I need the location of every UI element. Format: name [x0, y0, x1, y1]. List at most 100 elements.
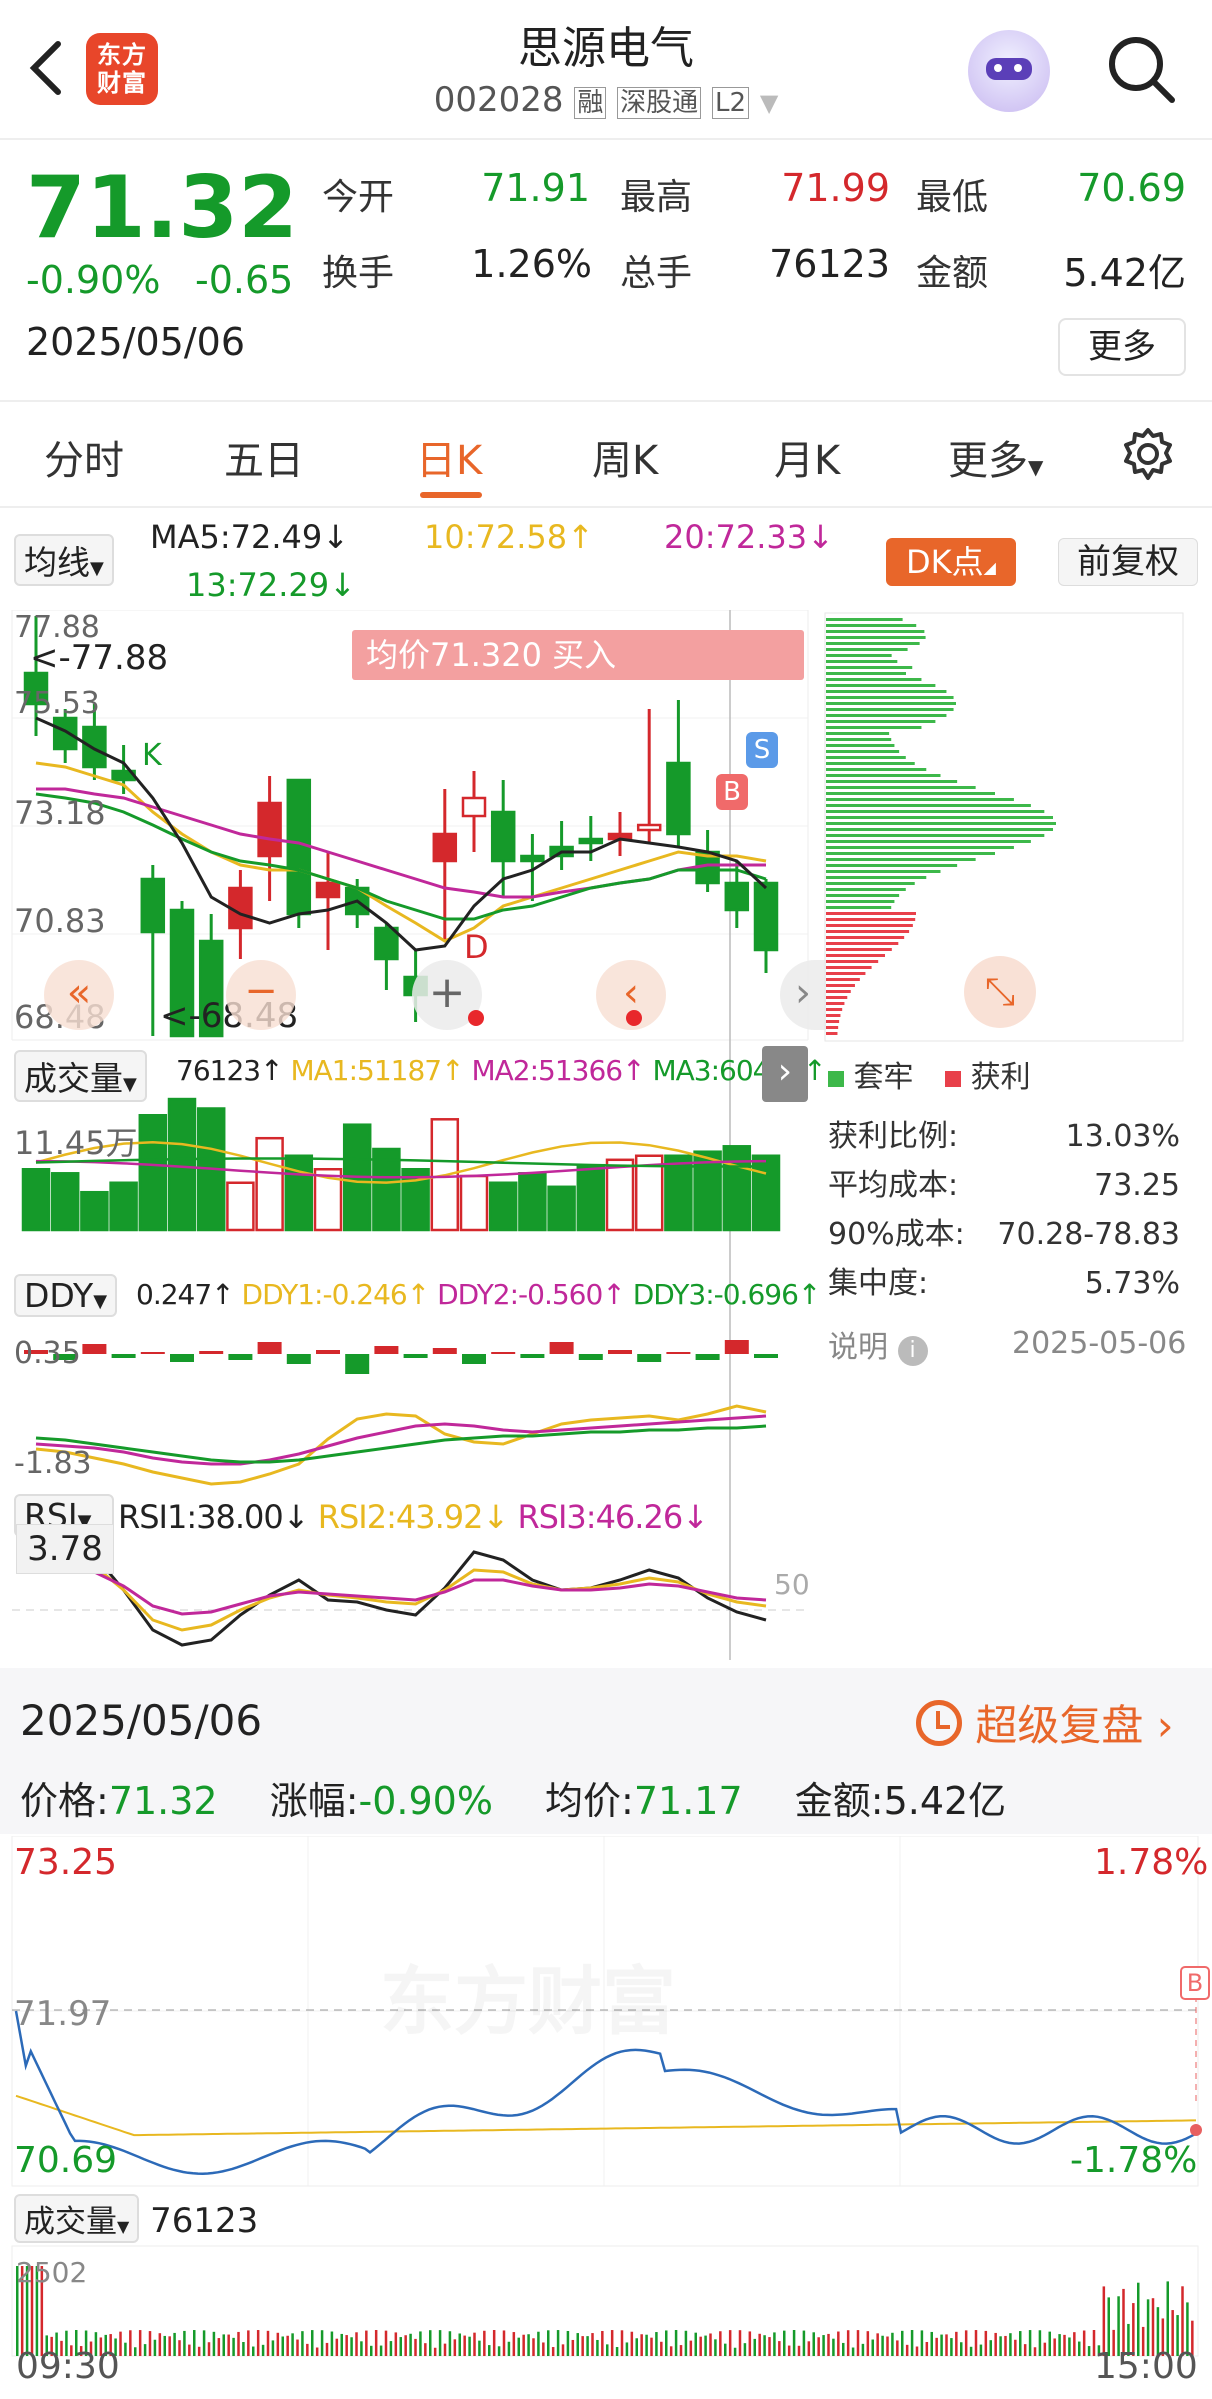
volume-bar [488, 1181, 518, 1232]
ddy-bar [140, 1352, 165, 1354]
intraday-volume-bar [547, 2330, 550, 2356]
chevron-down-icon[interactable]: ▼ [760, 89, 778, 117]
intraday-volume-bar [955, 2331, 958, 2356]
chip-bar [826, 732, 890, 735]
caret-down-icon: ▼ [117, 2217, 130, 2236]
intraday-volume-legend: 成交量▼ 76123 [14, 2194, 258, 2243]
volume-select[interactable]: 成交量▼ [14, 1050, 147, 1102]
intraday-volume-bar [994, 2332, 997, 2356]
tab-intraday[interactable]: 分时 [44, 428, 124, 486]
adjust-mode-button[interactable]: 前复权 [1058, 538, 1198, 586]
time-start: 09:30 [16, 2346, 120, 2387]
intraday-volume-bar [1166, 2281, 1169, 2356]
intraday-volume-bar [753, 2338, 756, 2356]
intraday-mid-price: 71.97 [14, 1994, 112, 2034]
chip-bar [826, 888, 906, 891]
intraday-volume-bar [1073, 2332, 1076, 2356]
intraday-volume-bar [271, 2340, 275, 2356]
intraday-volume-bar [1063, 2334, 1066, 2356]
ddy-bar [374, 1346, 399, 1354]
chip-bar [826, 642, 920, 645]
ddy-bar [666, 1352, 691, 1354]
day-summary: 2025/05/06 超级复盘 › 价格:71.32 涨幅:-0.90% 均价:… [0, 1668, 1212, 1834]
intraday-volume-bar [183, 2330, 186, 2356]
intraday-volume-bar [414, 2338, 417, 2356]
chip-bar [826, 654, 892, 657]
intraday-volume-bar [724, 2343, 727, 2356]
intraday-volume-bar [389, 2341, 393, 2356]
rsi-badge: 3.78 [16, 1524, 114, 1574]
intraday-volume-bar [669, 2346, 673, 2356]
intraday-volume-bar [202, 2330, 206, 2356]
intraday-volume-bar [335, 2338, 339, 2356]
zoom-out-icon[interactable]: − [226, 960, 296, 1030]
candle-body [578, 837, 604, 845]
ddy-bar [491, 1352, 516, 1354]
tab-daily-k[interactable]: 日K [416, 428, 482, 486]
tab-five-day[interactable]: 五日 [224, 428, 304, 486]
volume-bar [518, 1172, 547, 1232]
ddy-bar [462, 1354, 486, 1364]
intraday-volume-bar [419, 2331, 422, 2356]
chip-bar [826, 828, 1054, 831]
search-icon[interactable] [1102, 30, 1182, 110]
ddy-legend: DDY▼ 0.247↑ DDY1:-0.246↑ DDY2:-0.560↑ DD… [0, 1270, 821, 1324]
more-button[interactable]: 更多 [1058, 318, 1186, 376]
tab-monthly-k[interactable]: 月K [774, 428, 840, 486]
ma13-value: 13:72.29↓ [186, 566, 356, 604]
caret-down-icon: ▼ [93, 1291, 108, 1312]
super-replay-link[interactable]: 超级复盘 › [916, 1692, 1174, 1753]
ma5-value: MA5:72.49↓ [150, 518, 350, 556]
sell-marker: S [746, 732, 778, 768]
stat-turnover: 1.26% [471, 242, 592, 286]
expand-icon[interactable]: ⤡ [964, 956, 1036, 1028]
indicator-select[interactable]: 均线▼ [14, 534, 114, 586]
ddy-select[interactable]: DDY▼ [14, 1274, 118, 1317]
period-tabs: 分时 五日 日K 周K 月K 更多▼ [0, 404, 1212, 508]
intraday-volume-bar [640, 2334, 643, 2356]
tab-weekly-k[interactable]: 周K [592, 428, 658, 486]
intraday-volume-top: 2502 [16, 2256, 88, 2289]
avg-buy-banner-text: 均价71.320 买入 [366, 636, 617, 674]
intraday-volume-bar [1033, 2347, 1037, 2356]
chip-bar [826, 1020, 840, 1023]
intraday-volume-bar [438, 2330, 442, 2356]
stat-label: 今开 [322, 177, 395, 218]
intraday-volume-bar [802, 2330, 806, 2356]
intraday-volume-bar [448, 2331, 452, 2356]
chip-bar [826, 966, 872, 969]
expand-side-icon[interactable]: › [762, 1046, 808, 1102]
intraday-volume-bar [679, 2345, 683, 2356]
intraday-volume-bar [950, 2338, 953, 2356]
chip-date: 2025-05-06 [1012, 1326, 1187, 1361]
quote-panel: 71.32 -0.90% -0.65 2025/05/06 今开 71.91 最… [0, 140, 1212, 402]
intraday-volume-bar [517, 2337, 520, 2356]
chip-note[interactable]: 说明 i [828, 1322, 928, 1366]
intraday-volume-bar [458, 2333, 461, 2356]
intraday-volume-bar [320, 2330, 324, 2356]
price-value: 71.32 [108, 1779, 218, 1823]
candle-body [286, 778, 312, 916]
intraday-volume-bar [930, 2331, 933, 2356]
intraday-chart[interactable] [0, 1836, 1212, 2399]
intraday-volume-select[interactable]: 成交量▼ [14, 2194, 140, 2243]
chip-bar [826, 792, 996, 795]
volume-top-label: 11.45万 [14, 1124, 138, 1162]
intraday-volume-bar [964, 2330, 968, 2356]
chip-bar [826, 900, 895, 903]
intraday-volume-bar [158, 2333, 162, 2356]
double-left-icon[interactable]: « [44, 960, 114, 1030]
robot-avatar-icon[interactable] [968, 30, 1050, 112]
change-percent: -0.90% [26, 258, 161, 302]
ma10-value: 10:72.58↑ [424, 518, 594, 556]
candle-body [753, 881, 779, 952]
red-square-icon [945, 1071, 962, 1087]
chip-value: 73.25 [1094, 1168, 1180, 1203]
dk-point-button[interactable]: DK点◢ [886, 538, 1016, 586]
volume-bar [605, 1158, 635, 1232]
candle-body [636, 823, 662, 832]
intraday-volume-bar [492, 2330, 496, 2356]
intraday-volume-bar [694, 2332, 697, 2356]
gear-icon[interactable] [1120, 426, 1176, 482]
tab-more[interactable]: 更多▼ [948, 428, 1043, 486]
